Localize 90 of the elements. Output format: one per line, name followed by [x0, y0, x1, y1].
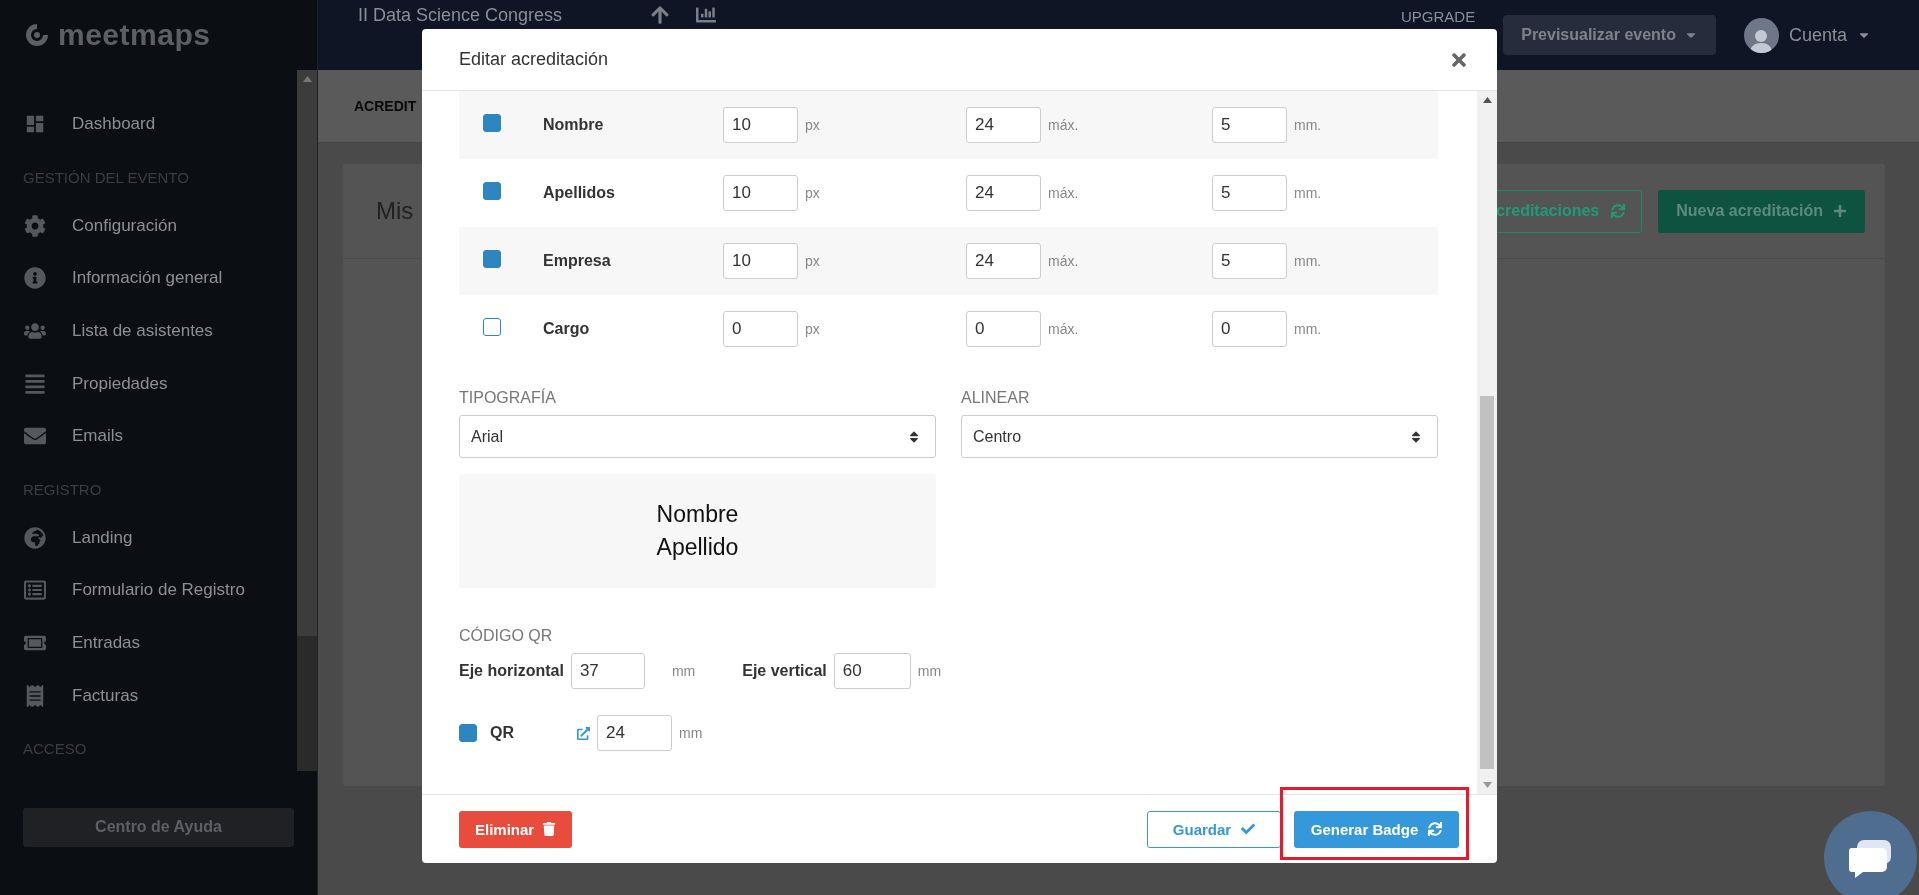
field-label: QR	[490, 724, 514, 742]
section-label: ALINEAR	[961, 389, 1031, 407]
info-icon	[22, 267, 48, 290]
sidebar-item[interactable]: Formulario de Registro	[0, 564, 297, 617]
scroll-down-icon[interactable]	[1482, 782, 1492, 788]
scroll-up-icon[interactable]	[1482, 97, 1492, 103]
save-button[interactable]: Guardar	[1147, 810, 1281, 848]
logo-icon	[24, 22, 50, 48]
scrollbar[interactable]	[1477, 91, 1497, 794]
sidebar-item[interactable]: Entradas	[0, 616, 297, 670]
event-title: II Data Science Congress	[358, 5, 563, 26]
align-select[interactable]: Centro	[961, 415, 1438, 458]
vertical-field[interactable]: 60	[833, 653, 911, 689]
unit-label: px	[805, 117, 820, 133]
bar-chart-icon[interactable]	[696, 5, 717, 25]
chat-icon	[1848, 837, 1893, 878]
unit-label: máx.	[1048, 117, 1079, 133]
avatar-icon[interactable]	[1743, 17, 1779, 53]
logo-text: meetmaps	[58, 18, 211, 52]
size-field[interactable]: 10	[723, 107, 798, 143]
unit-label: px	[805, 185, 820, 201]
max-field[interactable]: 0	[966, 311, 1041, 347]
unit-label: máx.	[1048, 253, 1079, 269]
sidebar-item[interactable]: Propiedades	[0, 357, 297, 410]
lines-icon	[22, 372, 48, 395]
unit-label: mm.	[1294, 117, 1322, 133]
field-label: Eje horizontal	[459, 662, 564, 680]
form-icon	[22, 579, 48, 602]
margin-field[interactable]: 5	[1212, 175, 1287, 211]
font-select[interactable]: Arial	[459, 415, 936, 458]
account-menu[interactable]: Cuenta	[1788, 24, 1847, 46]
checkbox[interactable]	[483, 114, 501, 132]
checkbox[interactable]	[483, 318, 501, 336]
field-label: Nombre	[543, 116, 605, 134]
checkbox[interactable]	[459, 724, 477, 742]
field-label: Apellidos	[543, 184, 616, 202]
unit-label: mm.	[1294, 321, 1322, 337]
margin-field[interactable]: 0	[1212, 311, 1287, 347]
sidebar-item[interactable]: Facturas	[0, 669, 297, 722]
unit-label: px	[805, 321, 820, 337]
preview-text: Nombre	[656, 501, 739, 528]
qr-size-field[interactable]: 24	[597, 715, 672, 751]
unit-label: mm.	[1294, 253, 1322, 269]
size-field[interactable]: 10	[723, 243, 798, 279]
max-field[interactable]: 24	[966, 107, 1041, 143]
sort-icon	[1409, 429, 1423, 444]
gear-icon	[22, 214, 48, 237]
checkbox[interactable]	[483, 182, 501, 200]
section-label: TIPOGRAFÍA	[459, 389, 557, 407]
trash-icon	[542, 822, 557, 836]
field-label: Eje vertical	[742, 662, 827, 680]
preview-button[interactable]: Previsualizar evento	[1503, 15, 1716, 55]
sidebar-item[interactable]: Emails	[0, 409, 297, 463]
check-icon	[1241, 822, 1256, 836]
horizontal-field[interactable]: 37	[570, 653, 645, 689]
sidebar-item[interactable]: Dashboard	[0, 98, 297, 151]
generate-button[interactable]: Generar Badge	[1294, 810, 1459, 848]
arrow-up-icon[interactable]	[650, 5, 671, 25]
margin-field[interactable]: 5	[1212, 243, 1287, 279]
margin-field[interactable]: 5	[1212, 107, 1287, 143]
sidebar-item[interactable]: Lista de asistentes	[0, 304, 297, 358]
unit-label: px	[805, 253, 820, 269]
checkbox[interactable]	[483, 250, 501, 268]
sort-icon	[907, 429, 921, 444]
field-label: Cargo	[543, 320, 591, 338]
sync-icon	[1428, 822, 1443, 836]
upgrade-link[interactable]: UPGRADE	[1401, 8, 1476, 25]
sync-icon	[1611, 204, 1626, 218]
delete-button[interactable]: Eliminar	[459, 810, 573, 848]
unit-label: mm	[671, 663, 696, 679]
unit-label: mm	[679, 725, 703, 741]
size-field[interactable]: 10	[723, 175, 798, 211]
globe-icon	[22, 526, 48, 549]
modal-title: Editar acreditación	[459, 49, 609, 70]
size-field[interactable]: 0	[723, 311, 798, 347]
field-label: Empresa	[543, 252, 612, 270]
unit-label: máx.	[1048, 321, 1079, 337]
preview-text: Apellido	[656, 534, 739, 561]
section-label: CÓDIGO QR	[459, 627, 554, 645]
sidebar-item[interactable]: Información general	[0, 252, 297, 305]
external-link-icon[interactable]	[577, 726, 590, 740]
unit-label: mm	[917, 663, 942, 679]
unit-label: mm.	[1294, 185, 1322, 201]
scrollbar[interactable]	[297, 70, 317, 771]
plus-icon	[1833, 204, 1847, 218]
max-field[interactable]: 24	[966, 243, 1041, 279]
sidebar-item[interactable]: Landing	[0, 511, 297, 565]
unit-label: máx.	[1048, 185, 1079, 201]
max-field[interactable]: 24	[966, 175, 1041, 211]
sidebar-item[interactable]: Configuración	[0, 199, 297, 253]
